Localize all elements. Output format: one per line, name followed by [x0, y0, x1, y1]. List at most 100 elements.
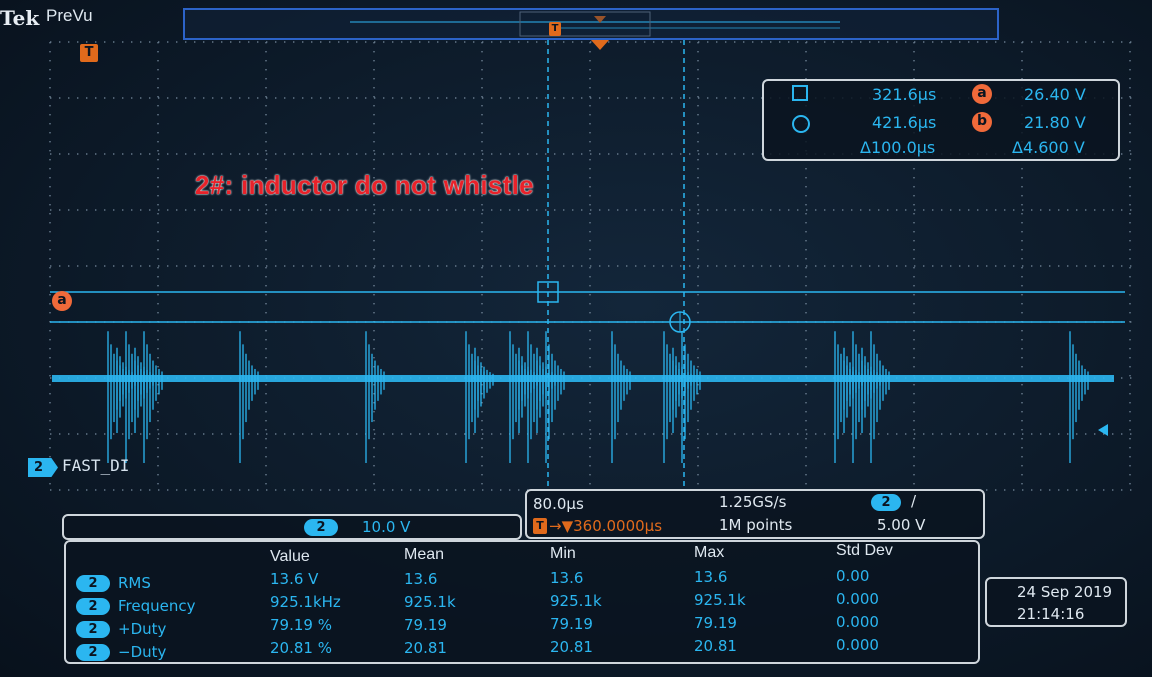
grid-dot: [257, 489, 259, 491]
overview-trigger-icon: T: [549, 22, 561, 36]
grid-dot: [221, 489, 223, 491]
grid-dot: [1067, 41, 1069, 43]
grid-dot: [1076, 41, 1078, 43]
grid-dot: [697, 132, 699, 134]
grid-dot: [157, 159, 159, 161]
datetime-panel[interactable]: 24 Sep 2019 21:14:16: [985, 577, 1127, 627]
grid-dot: [644, 209, 646, 211]
grid-dot: [347, 153, 349, 155]
grid-dot: [481, 285, 483, 287]
grid-dot: [1129, 249, 1131, 251]
grid-dot: [1129, 348, 1131, 350]
grid-dot: [157, 258, 159, 260]
grid-dot: [265, 393, 267, 395]
grid-dot: [50, 209, 52, 211]
grid-dot: [1021, 249, 1023, 251]
measurement-name: −Duty: [118, 643, 167, 661]
grid-dot: [716, 153, 718, 155]
grid-dot: [265, 51, 267, 53]
vertical-scale-panel[interactable]: 2 10.0 V: [62, 514, 522, 540]
record-overview-bar[interactable]: [183, 8, 999, 40]
grid-dot: [157, 483, 159, 485]
grid-dot: [509, 97, 511, 99]
cursor-a-level-badge[interactable]: a: [52, 291, 72, 311]
grid-dot: [446, 433, 448, 435]
grid-dot: [805, 438, 807, 440]
grid-dot: [671, 97, 673, 99]
grid-dot: [104, 41, 106, 43]
grid-dot: [1129, 159, 1131, 161]
grid-dot: [950, 433, 952, 435]
grid-dot: [265, 384, 267, 386]
timebase-panel[interactable]: 80.0μs 1.25GS/s 2 / T →▼360.0000μs 1M po…: [525, 489, 985, 539]
grid-dot: [554, 97, 556, 99]
measurement-panel[interactable]: Value Mean Min Max Std Dev 2 RMS 13.6 V …: [64, 540, 980, 664]
grid-dot: [536, 433, 538, 435]
grid-dot: [149, 97, 151, 99]
grid-dot: [923, 265, 925, 267]
grid-dot: [50, 377, 52, 379]
grid-dot: [545, 97, 547, 99]
grid-dot: [167, 153, 169, 155]
grid-dot: [697, 159, 699, 161]
grid-dot: [481, 51, 483, 53]
grid-dot: [157, 366, 159, 368]
grid-dot: [104, 489, 106, 491]
grid-dot: [1021, 69, 1023, 71]
grid-dot: [68, 41, 70, 43]
grid-dot: [608, 265, 610, 267]
grid-dot: [265, 339, 267, 341]
grid-dot: [320, 265, 322, 267]
grid-dot: [1129, 204, 1131, 206]
grid-dot: [1129, 294, 1131, 296]
grid-dot: [887, 41, 889, 43]
grid-dot: [797, 265, 799, 267]
grid-dot: [49, 105, 51, 107]
grid-dot: [176, 41, 178, 43]
grid-dot: [995, 209, 997, 211]
grid-dot: [50, 433, 52, 435]
grid-dot: [203, 97, 205, 99]
grid-dot: [482, 97, 484, 99]
cursor-readout-panel[interactable]: 321.6μs 421.6μs a b 26.40 V 21.80 V Δ100…: [762, 79, 1120, 161]
grid-dot: [626, 153, 628, 155]
grid-dot: [176, 97, 178, 99]
grid-dot: [805, 231, 807, 233]
grid-dot: [203, 153, 205, 155]
grid-dot: [697, 78, 699, 80]
grid-dot: [589, 312, 591, 314]
grid-dot: [302, 265, 304, 267]
grid-dot: [373, 132, 375, 134]
grid-dot: [923, 209, 925, 211]
grid-dot: [1013, 209, 1015, 211]
grid-dot: [1021, 348, 1023, 350]
grid-dot: [230, 153, 232, 155]
grid-dot: [265, 141, 267, 143]
grid-dot: [221, 41, 223, 43]
grid-dot: [212, 209, 214, 211]
grid-dot: [392, 489, 394, 491]
grid-dot: [518, 265, 520, 267]
grid-dot: [725, 433, 727, 435]
grid-dot: [608, 97, 610, 99]
grid-dot: [869, 209, 871, 211]
grid-dot: [455, 489, 457, 491]
grid-dot: [932, 433, 934, 435]
grid-dot: [1129, 483, 1131, 485]
grid-dot: [437, 433, 439, 435]
grid-dot: [617, 153, 619, 155]
grid-dot: [392, 209, 394, 211]
grid-dot: [221, 265, 223, 267]
grid-dot: [248, 265, 250, 267]
measurement-row[interactable]: 2 −Duty 20.81 % 20.81 20.81 20.81 0.000: [72, 636, 972, 663]
grid-dot: [481, 78, 483, 80]
grid-dot: [959, 41, 961, 43]
grid-dot: [428, 265, 430, 267]
grid-dot: [1129, 330, 1131, 332]
grid-dot: [698, 41, 700, 43]
grid-dot: [140, 209, 142, 211]
grid-dot: [265, 69, 267, 71]
trigger-icon[interactable]: T: [80, 44, 98, 62]
grid-dot: [589, 429, 591, 431]
grid-dot: [1021, 231, 1023, 233]
